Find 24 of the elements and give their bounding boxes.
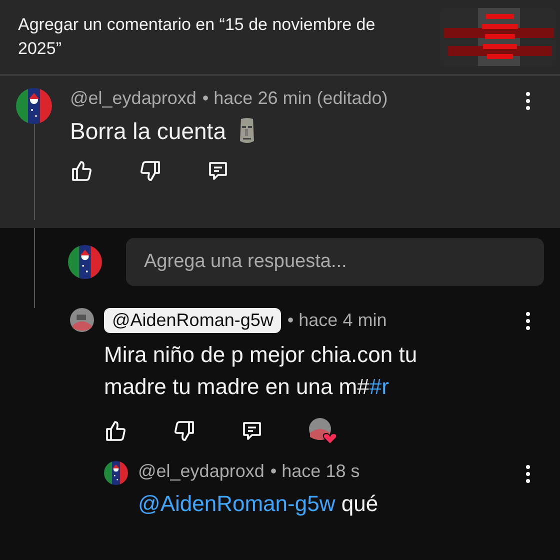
reply-time: • hace 4 min [287, 310, 387, 331]
dislike-button[interactable] [172, 419, 196, 443]
like-button[interactable] [104, 419, 128, 443]
reply-button[interactable] [206, 159, 230, 183]
comment-author[interactable]: @el_eydaproxd [70, 88, 196, 109]
avatar-icon [104, 461, 128, 485]
more-options-icon[interactable] [526, 312, 530, 330]
reply-text: @AidenRoman-g5w qué [138, 490, 380, 518]
avatar-icon [70, 308, 94, 332]
more-options-icon[interactable] [526, 92, 530, 110]
reply-author[interactable]: @AidenRoman-g5w [104, 308, 282, 333]
like-button[interactable] [70, 159, 94, 183]
reply-author[interactable]: @el_eydaproxd [138, 461, 264, 482]
reply-time: • hace 18 s [270, 461, 360, 482]
avatar-icon [16, 88, 52, 124]
avatar-icon [68, 245, 102, 279]
comment-time: • hace 26 min (editado) [202, 88, 388, 109]
reply-text: Mira niño de p mejor chia.con tu madre tu madre en una m##r [104, 341, 418, 401]
reply-button[interactable] [240, 419, 264, 443]
reply-input-field[interactable]: Agrega una respuesta... [126, 238, 544, 286]
comment-text: Borra la cuenta [70, 118, 226, 144]
panel-title: Agregar un comentario en “15 de noviembre de 2025” [18, 14, 376, 60]
more-options-icon[interactable] [526, 465, 530, 483]
dislike-button[interactable] [138, 159, 162, 183]
